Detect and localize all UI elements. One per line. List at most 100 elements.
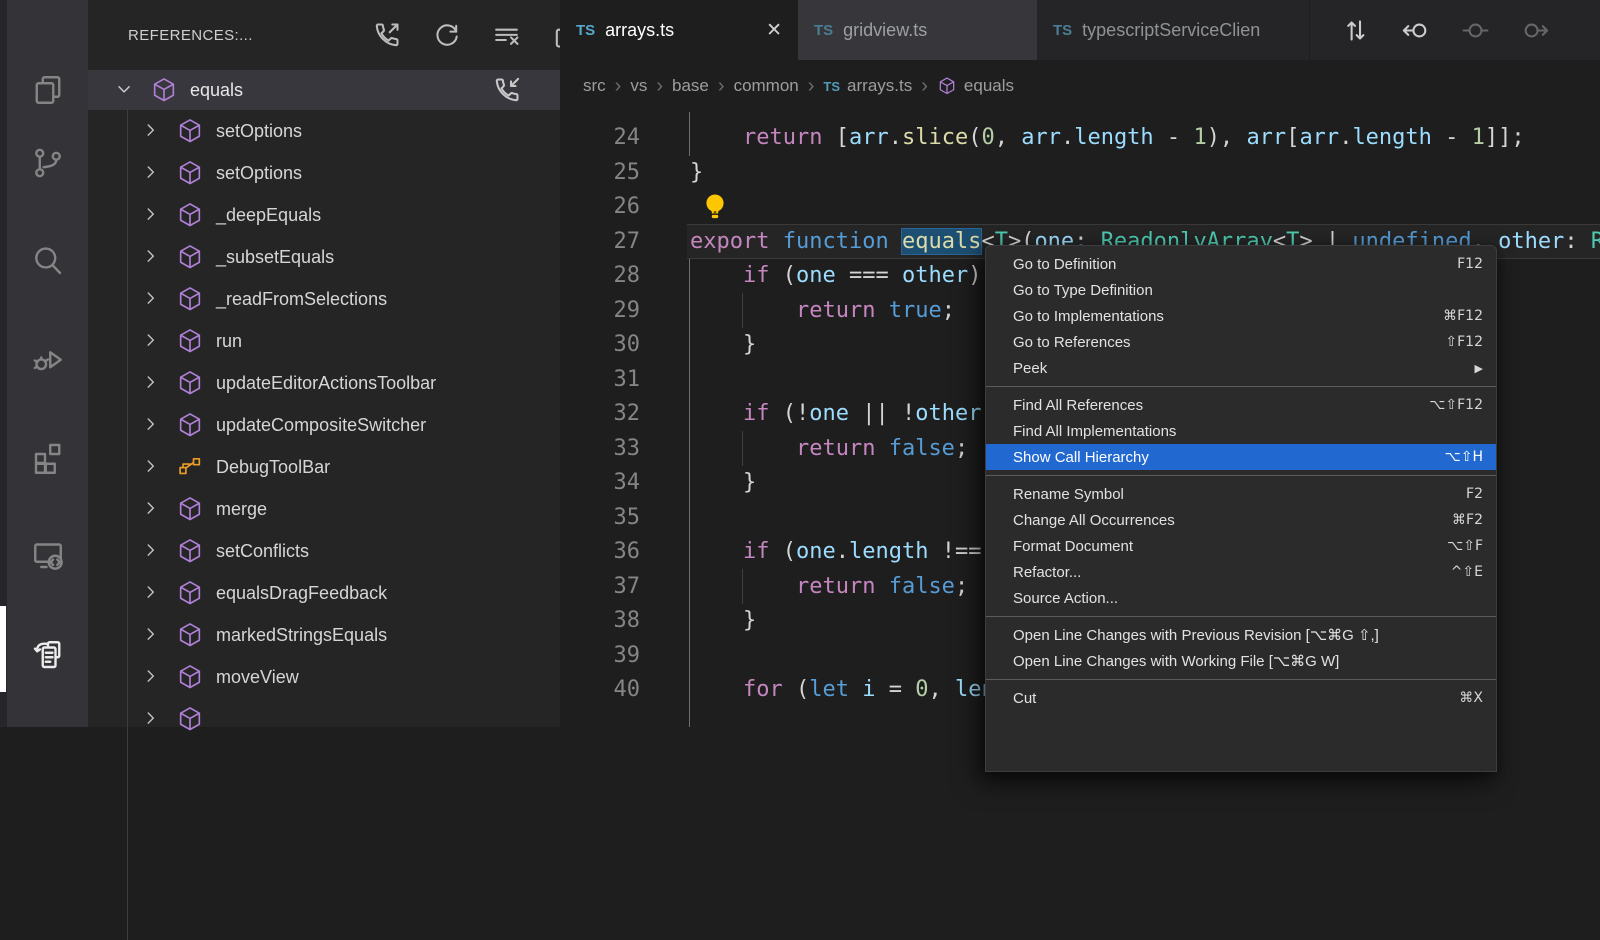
symbol-method-icon xyxy=(176,663,204,691)
ts-file-icon: TS xyxy=(814,22,833,39)
menu-item-find-all-references[interactable]: Find All References⌥⇧F12 xyxy=(986,392,1496,418)
tree-item-run[interactable]: run xyxy=(88,320,560,362)
chevron-right-icon xyxy=(140,204,162,226)
activity-item-extensions[interactable] xyxy=(7,431,88,483)
tree-item-label: _subsetEquals xyxy=(216,247,334,268)
activity-item-source-control[interactable] xyxy=(7,137,88,189)
chevron-right-icon xyxy=(140,456,162,478)
activity-item-search[interactable] xyxy=(7,235,88,287)
tree-item-label: _readFromSelections xyxy=(216,289,387,310)
tree-item-_deepEquals[interactable]: _deepEquals xyxy=(88,194,560,236)
line-number: 30 xyxy=(560,328,640,363)
breadcrumb-label: arrays.ts xyxy=(847,76,912,96)
tree-item-label: DebugToolBar xyxy=(216,457,330,478)
symbol-method-icon xyxy=(176,537,204,565)
menu-item-find-all-implementations[interactable]: Find All Implementations xyxy=(986,418,1496,444)
breadcrumb-item-common[interactable]: common xyxy=(734,76,799,96)
menu-item-go-to-type-definition[interactable]: Go to Type Definition xyxy=(986,277,1496,303)
menu-item-show-call-hierarchy[interactable]: Show Call Hierarchy⌥⇧H xyxy=(986,444,1496,470)
menu-item-label: Peek xyxy=(1013,360,1455,377)
tree-item-merge[interactable]: merge xyxy=(88,488,560,530)
tree-item-DebugToolBar[interactable]: DebugToolBar xyxy=(88,446,560,488)
tree-item-updateCompositeSwitcher[interactable]: updateCompositeSwitcher xyxy=(88,404,560,446)
breadcrumb-item-vs[interactable]: vs xyxy=(630,76,647,96)
panel-action-show-outgoing-calls[interactable] xyxy=(371,20,402,51)
code-line-25: } xyxy=(690,156,1600,191)
menu-item-refactor[interactable]: Refactor...^⇧E xyxy=(986,559,1496,585)
menu-item-label: Go to Type Definition xyxy=(1013,282,1483,299)
breadcrumb-item-arrays.ts[interactable]: TSarrays.ts xyxy=(823,76,912,96)
breadcrumb-item-equals[interactable]: equals xyxy=(937,76,1014,96)
tree-item-moveView[interactable]: moveView xyxy=(88,656,560,698)
breadcrumb-item-base[interactable]: base xyxy=(672,76,709,96)
menu-item-label: Go to Definition xyxy=(1013,256,1437,273)
line-number: 37 xyxy=(560,570,640,605)
phone-incoming-icon[interactable] xyxy=(491,75,522,106)
close-icon[interactable]: ✕ xyxy=(748,19,782,42)
menu-item-open-line-changes-with-working-file-g-w[interactable]: Open Line Changes with Working File [⌥⌘G… xyxy=(986,648,1496,674)
activity-item-explorer[interactable] xyxy=(7,64,88,116)
menu-item-open-line-changes-with-previous-revision-g[interactable]: Open Line Changes with Previous Revision… xyxy=(986,622,1496,648)
line-number: 31 xyxy=(560,363,640,398)
menu-item-peek[interactable]: Peek▶ xyxy=(986,355,1496,381)
tree-item-equalsDragFeedback[interactable]: equalsDragFeedback xyxy=(88,572,560,614)
menu-item-change-all-occurrences[interactable]: Change All Occurrences⌘F2 xyxy=(986,507,1496,533)
chevron-separator: › xyxy=(921,76,928,96)
extensions-icon xyxy=(30,439,66,475)
menu-item-label: Format Document xyxy=(1013,538,1427,555)
tree-item-markedStringsEquals[interactable]: markedStringsEquals xyxy=(88,614,560,656)
chevron-down-icon[interactable] xyxy=(114,79,136,101)
menu-item-go-to-definition[interactable]: Go to DefinitionF12 xyxy=(986,251,1496,277)
symbol-method-icon xyxy=(176,579,204,607)
panel-action-clear-results[interactable] xyxy=(491,20,522,51)
tree-root-label: equals xyxy=(190,80,243,101)
editor-action-navigate-back[interactable] xyxy=(1400,15,1431,46)
menu-item-shortcut: ⌥⇧F xyxy=(1447,538,1483,554)
tab-arrays.ts[interactable]: TSarrays.ts✕ xyxy=(560,0,798,60)
panel-action-refresh[interactable] xyxy=(431,20,462,51)
chevron-separator: › xyxy=(656,76,663,96)
symbol-method-icon xyxy=(176,243,204,271)
tab-typescriptServiceClien[interactable]: TStypescriptServiceClien xyxy=(1037,0,1310,60)
menu-item-shortcut: F2 xyxy=(1466,486,1483,502)
menu-item-format-document[interactable]: Format Document ⌥⇧F xyxy=(986,533,1496,559)
tree-item-_readFromSelections[interactable]: _readFromSelections xyxy=(88,278,560,320)
chevron-right-icon xyxy=(140,498,162,520)
breadcrumb-item-src[interactable]: src xyxy=(583,76,606,96)
tree-item-label: setOptions xyxy=(216,121,302,142)
menu-item-go-to-implementations[interactable]: Go to Implementations⌘F12 xyxy=(986,303,1496,329)
line-number: 38 xyxy=(560,604,640,639)
line-number: 39 xyxy=(560,639,640,674)
menu-item-label: Refactor... xyxy=(1013,564,1431,581)
menu-item-label: Source Action... xyxy=(1013,590,1483,607)
tree-item-setOptions[interactable]: setOptions xyxy=(88,152,560,194)
tree-item-_subsetEquals[interactable]: _subsetEquals xyxy=(88,236,560,278)
activity-item-references-view[interactable] xyxy=(7,629,88,681)
breadcrumb-label: equals xyxy=(964,76,1014,96)
symbol-method-icon xyxy=(176,621,204,649)
breadcrumb-label: base xyxy=(672,76,709,96)
editor-action-next-change xyxy=(1520,15,1551,46)
menu-item-rename-symbol[interactable]: Rename SymbolF2 xyxy=(986,481,1496,507)
activity-item-remote-explorer[interactable] xyxy=(7,529,88,581)
lightbulb-icon[interactable] xyxy=(700,192,730,224)
tab-label: typescriptServiceClien xyxy=(1082,20,1260,41)
chevron-right-icon xyxy=(140,624,162,646)
editor-action-open-changes[interactable] xyxy=(1340,15,1371,46)
menu-item-source-action[interactable]: Source Action... xyxy=(986,585,1496,611)
tree-item-updateEditorActionsToolbar[interactable]: updateEditorActionsToolbar xyxy=(88,362,560,404)
files-icon xyxy=(30,72,66,108)
tree-item-label: moveView xyxy=(216,667,299,688)
tree-item-setConflicts[interactable]: setConflicts xyxy=(88,530,560,572)
symbol-class-icon xyxy=(176,453,204,481)
chevron-right-icon xyxy=(140,372,162,394)
tab-gridview.ts[interactable]: TSgridview.ts xyxy=(798,0,1037,60)
menu-item-go-to-references[interactable]: Go to References⇧F12 xyxy=(986,329,1496,355)
activity-item-run-and-debug[interactable] xyxy=(7,333,88,385)
tree-item-setOptions[interactable]: setOptions xyxy=(88,110,560,152)
tree-root-equals[interactable]: equals xyxy=(88,70,560,110)
menu-item-cut[interactable]: Cut⌘X xyxy=(986,685,1496,711)
line-number: 24 xyxy=(560,121,640,156)
highlighted-symbol[interactable]: equals xyxy=(902,229,981,254)
tree-item-partial[interactable] xyxy=(88,698,560,740)
